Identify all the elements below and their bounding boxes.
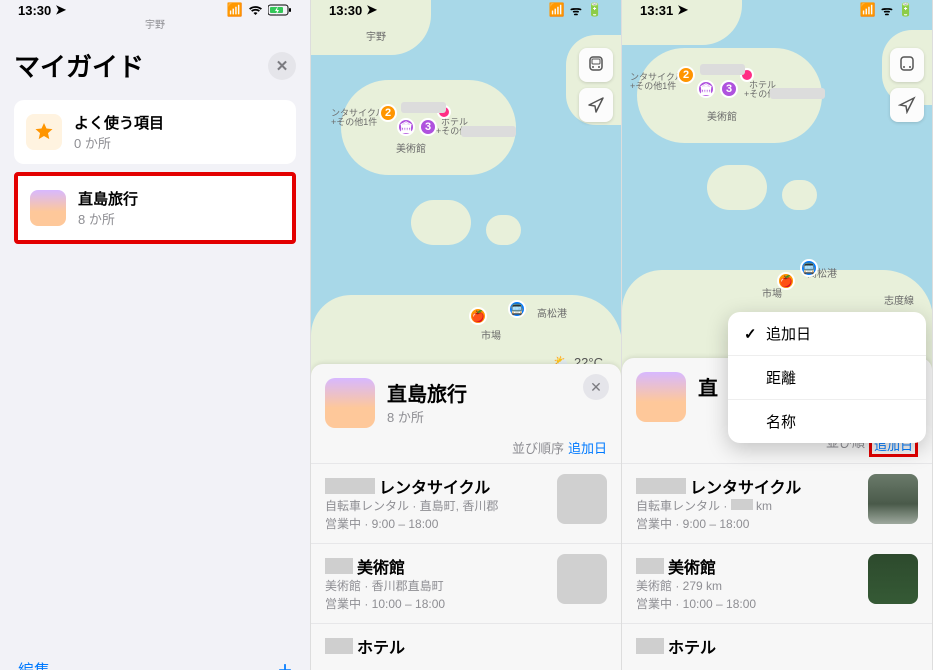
- place-row[interactable]: レンタサイクル 自転車レンタル · km 営業中 · 9:00 – 18:00: [622, 463, 932, 543]
- sheet-thumbnail: [325, 378, 375, 428]
- signal-icon: 📶: [549, 2, 565, 18]
- location-arrow-icon: ➤: [366, 2, 377, 18]
- map-label-takamatsu: 高松港: [537, 305, 567, 320]
- place-meta: 美術館 · 279 km: [636, 578, 858, 595]
- place-meta: 自転車レンタル · km: [636, 498, 858, 515]
- place-meta: 美術館 · 香川郡直島町: [325, 578, 547, 595]
- redacted-text: [325, 478, 375, 494]
- place-row[interactable]: ホテル: [311, 623, 621, 668]
- close-button[interactable]: ✕: [268, 52, 296, 80]
- map-label-uno: 宇野: [366, 28, 386, 43]
- add-button[interactable]: +: [278, 657, 292, 670]
- favorites-label: よく使う項目: [74, 112, 164, 133]
- sheet-close-button[interactable]: ✕: [583, 374, 609, 400]
- place-hours: 営業中 · 9:00 – 18:00: [325, 516, 547, 533]
- map-pin-bus-icon[interactable]: 🚍: [508, 300, 526, 318]
- wifi-icon: ᯤ: [570, 1, 582, 19]
- sheet-subtitle: 8 か所: [387, 407, 467, 426]
- status-bar: 13:30➤ 📶ᯤ🔋: [311, 0, 621, 20]
- place-row[interactable]: レンタサイクル 自転車レンタル · 直島町, 香川郡 営業中 · 9:00 – …: [311, 463, 621, 543]
- phone-panel-1: 13:30 ➤ 📶 宇野 マイガイド ✕ よく使う項目 0 か所 直島旅行 8 か…: [0, 0, 311, 670]
- favorites-count: 0 か所: [74, 133, 164, 152]
- place-thumbnail: [557, 554, 607, 604]
- wifi-icon: [248, 5, 263, 16]
- wifi-icon: ᯤ: [881, 1, 893, 19]
- map-pin-market[interactable]: 🍎: [777, 272, 795, 290]
- status-time: 13:30: [18, 3, 51, 18]
- status-bar: 13:31➤ 📶ᯤ🔋: [622, 0, 932, 20]
- place-meta: 自転車レンタル · 直島町, 香川郡: [325, 498, 547, 515]
- map-pin-2[interactable]: 2: [677, 66, 695, 84]
- place-name: ホテル: [668, 634, 716, 658]
- checkmark-icon: ✓: [744, 325, 758, 343]
- location-arrow-icon: ➤: [677, 2, 688, 18]
- edit-button[interactable]: 編集: [18, 657, 50, 670]
- place-hours: 営業中 · 9:00 – 18:00: [636, 516, 858, 533]
- sort-option-name[interactable]: 名称: [728, 400, 926, 443]
- favorites-item[interactable]: よく使う項目 0 か所: [14, 100, 296, 164]
- guide-sheet: 直島旅行 8 か所 ✕ 並び順序 追加日 レンタサイクル 自転車レンタル · 直…: [311, 364, 621, 670]
- place-row[interactable]: 美術館 美術館 · 香川郡直島町 営業中 · 10:00 – 18:00: [311, 543, 621, 623]
- redacted-text: [325, 558, 353, 574]
- place-thumbnail: [868, 554, 918, 604]
- map-pin-2[interactable]: 2: [379, 104, 397, 122]
- battery-icon: [268, 4, 292, 16]
- locate-button[interactable]: [890, 88, 924, 122]
- place-name: レンタサイクル: [690, 474, 801, 498]
- guide-sheet: ✓追加日 距離 名称 直 並び順 追加日 レンタサイクル 自転車レンタル · k…: [622, 358, 932, 670]
- sort-option-date[interactable]: ✓追加日: [728, 312, 926, 356]
- signal-icon: 📶: [227, 2, 243, 18]
- phone-panel-3: 13:31➤ 📶ᯤ🔋 美術館 ンタサイクル +その他1件 ホテル +その他2件 …: [622, 0, 933, 670]
- signal-icon: 📶: [860, 2, 876, 18]
- sort-order-value[interactable]: 追加日: [568, 438, 607, 457]
- guide-item-naoshima[interactable]: 直島旅行 8 か所: [14, 172, 296, 244]
- star-icon: [26, 114, 62, 150]
- sheet-title: 直: [698, 372, 718, 401]
- map-pin-market[interactable]: 🍎: [469, 307, 487, 325]
- locate-button[interactable]: [579, 88, 613, 122]
- map-pin-3[interactable]: 3: [419, 118, 437, 136]
- map-pin-museum-icon[interactable]: 🏛: [697, 80, 715, 98]
- place-hours: 営業中 · 10:00 – 18:00: [636, 596, 858, 613]
- place-thumbnail: [868, 474, 918, 524]
- map-pin-bus-icon[interactable]: 🚍: [800, 259, 818, 277]
- map-pin-3[interactable]: 3: [720, 80, 738, 98]
- place-row[interactable]: ホテル: [622, 623, 932, 668]
- guide-thumbnail: [30, 190, 66, 226]
- transit-button[interactable]: [579, 48, 613, 82]
- sheet-thumbnail: [636, 372, 686, 422]
- place-thumbnail: [557, 474, 607, 524]
- guide-label: 直島旅行: [78, 188, 138, 209]
- map-label-museum: 美術館: [396, 140, 426, 155]
- map-pin-museum-icon[interactable]: 🏛: [397, 118, 415, 136]
- place-name: 美術館: [668, 554, 716, 578]
- page-title: マイガイド: [14, 47, 144, 84]
- sort-popover: ✓追加日 距離 名称: [728, 312, 926, 443]
- place-name: レンタサイクル: [379, 474, 490, 498]
- guide-count: 8 か所: [78, 209, 138, 228]
- map-label-cycle-extra: +その他1件: [331, 115, 377, 128]
- sheet-title: 直島旅行: [387, 378, 467, 407]
- battery-icon: 🔋: [587, 2, 603, 18]
- place-name: 美術館: [357, 554, 405, 578]
- map-label-ichiba: 市場: [481, 327, 501, 342]
- map-view[interactable]: 13:30➤ 📶ᯤ🔋 宇野 美術館 ンタサイクル +その他1件 ホテル +その他…: [311, 0, 621, 380]
- status-town: 宇野: [0, 16, 310, 31]
- sort-option-distance[interactable]: 距離: [728, 356, 926, 400]
- phone-panel-2: 13:30➤ 📶ᯤ🔋 宇野 美術館 ンタサイクル +その他1件 ホテル +その他…: [311, 0, 622, 670]
- location-arrow-icon: ➤: [55, 2, 66, 18]
- place-hours: 営業中 · 10:00 – 18:00: [325, 596, 547, 613]
- transit-button[interactable]: [890, 48, 924, 82]
- place-row[interactable]: 美術館 美術館 · 279 km 営業中 · 10:00 – 18:00: [622, 543, 932, 623]
- place-name: ホテル: [357, 634, 405, 658]
- battery-icon: 🔋: [898, 2, 914, 18]
- sort-order-label: 並び順序: [512, 438, 564, 457]
